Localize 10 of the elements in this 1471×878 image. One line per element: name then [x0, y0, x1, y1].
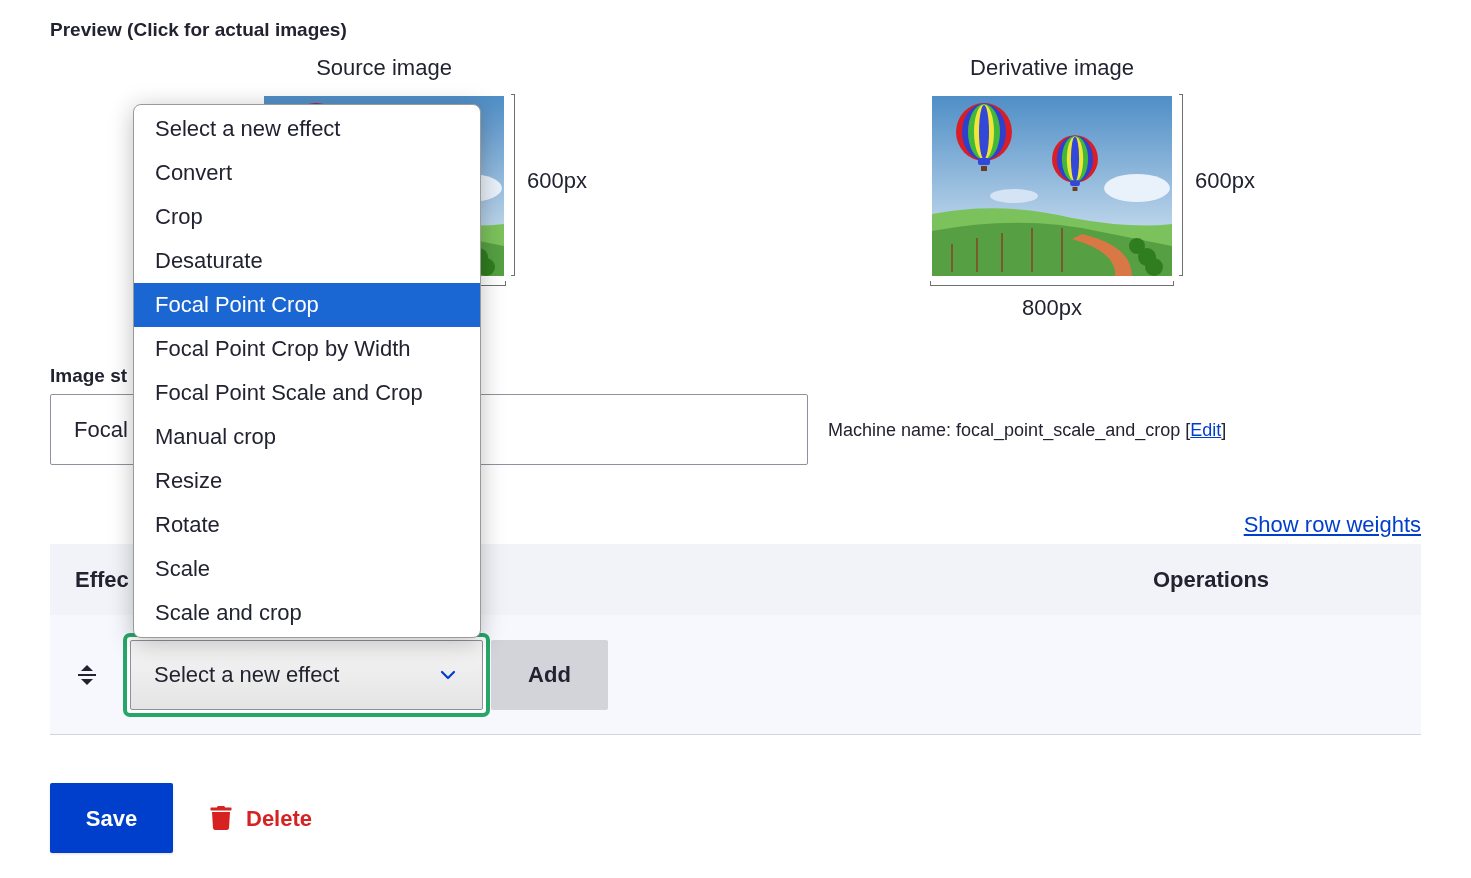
image-caption: Derivative image [970, 54, 1134, 82]
height-label: 600px [527, 167, 587, 195]
preview-heading: Preview (Click for actual images) [50, 19, 347, 41]
height-label: 600px [1195, 167, 1255, 195]
image-caption: Source image [316, 54, 452, 82]
machine-name-text: Machine name: focal_point_scale_and_crop [Edit] [828, 418, 1227, 442]
column-header: Effec [75, 566, 129, 594]
image-style-label: Image st [50, 364, 128, 388]
column-header: Operations [1152, 566, 1270, 594]
width-label: 800px [1022, 294, 1082, 322]
